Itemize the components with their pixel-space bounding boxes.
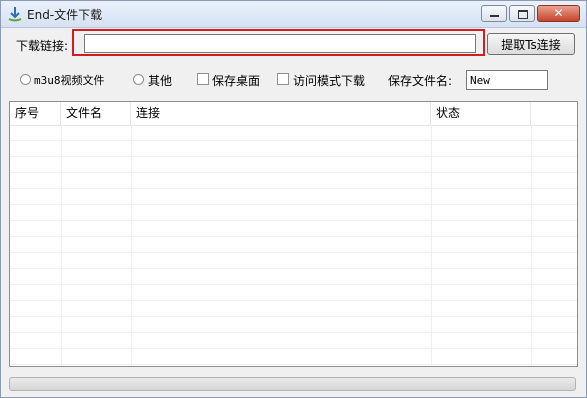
other-radio-label[interactable]: 其他 — [148, 72, 172, 89]
grid-column-line — [531, 125, 532, 366]
access-mode-checkbox[interactable] — [277, 73, 289, 85]
download-link-label: 下载链接: — [16, 39, 69, 53]
m3u8-radio-label[interactable]: m3u8视频文件 — [34, 72, 105, 88]
close-button[interactable]: ✕ — [537, 5, 580, 22]
empty-grid-row — [10, 221, 577, 237]
maximize-icon — [518, 10, 528, 19]
download-progress-bar — [9, 377, 576, 391]
save-desktop-label[interactable]: 保存桌面 — [212, 72, 260, 89]
empty-grid-row — [10, 173, 577, 189]
column-header-index[interactable]: 序号 — [10, 102, 61, 125]
minimize-icon — [490, 15, 499, 17]
other-radio[interactable] — [133, 74, 144, 85]
app-icon — [7, 6, 23, 22]
empty-grid-row — [10, 205, 577, 221]
save-desktop-checkbox[interactable] — [197, 73, 209, 85]
m3u8-radio[interactable] — [20, 74, 31, 85]
empty-grid-row — [10, 301, 577, 317]
empty-grid-row — [10, 269, 577, 285]
empty-grid-row — [10, 157, 577, 173]
extract-ts-button[interactable]: 提取Ts连接 — [487, 33, 575, 55]
column-header-status[interactable]: 状态 — [431, 102, 531, 125]
empty-grid-row — [10, 189, 577, 205]
empty-grid-row — [10, 237, 577, 253]
filename-label: 保存文件名: — [388, 74, 453, 88]
empty-grid-row — [10, 333, 577, 349]
empty-grid-row — [10, 141, 577, 157]
window-title: End-文件下载 — [27, 8, 103, 22]
grid-column-line — [431, 125, 432, 366]
empty-grid-row — [10, 349, 577, 365]
maximize-button[interactable] — [509, 5, 535, 22]
app-window: End-文件下载 ✕ 下载链接: 提取Ts连接 m3u8视频文件 其他 保存桌面… — [0, 0, 587, 398]
grid-column-line — [131, 125, 132, 366]
grid-column-line — [61, 125, 62, 366]
column-header-link[interactable]: 连接 — [131, 102, 431, 125]
empty-grid-row — [10, 253, 577, 269]
filename-input[interactable] — [466, 70, 548, 90]
close-icon: ✕ — [553, 6, 564, 20]
download-link-input[interactable] — [84, 34, 476, 53]
empty-grid-row — [10, 125, 577, 141]
file-list-table[interactable]: 序号 文件名 连接 状态 — [9, 101, 578, 367]
minimize-button[interactable] — [481, 5, 507, 22]
access-mode-label[interactable]: 访问模式下载 — [293, 72, 365, 89]
empty-grid-row — [10, 317, 577, 333]
table-header: 序号 文件名 连接 状态 — [10, 102, 577, 126]
title-bar[interactable]: End-文件下载 ✕ — [1, 1, 586, 28]
empty-grid-row — [10, 285, 577, 301]
column-header-filename[interactable]: 文件名 — [61, 102, 131, 125]
